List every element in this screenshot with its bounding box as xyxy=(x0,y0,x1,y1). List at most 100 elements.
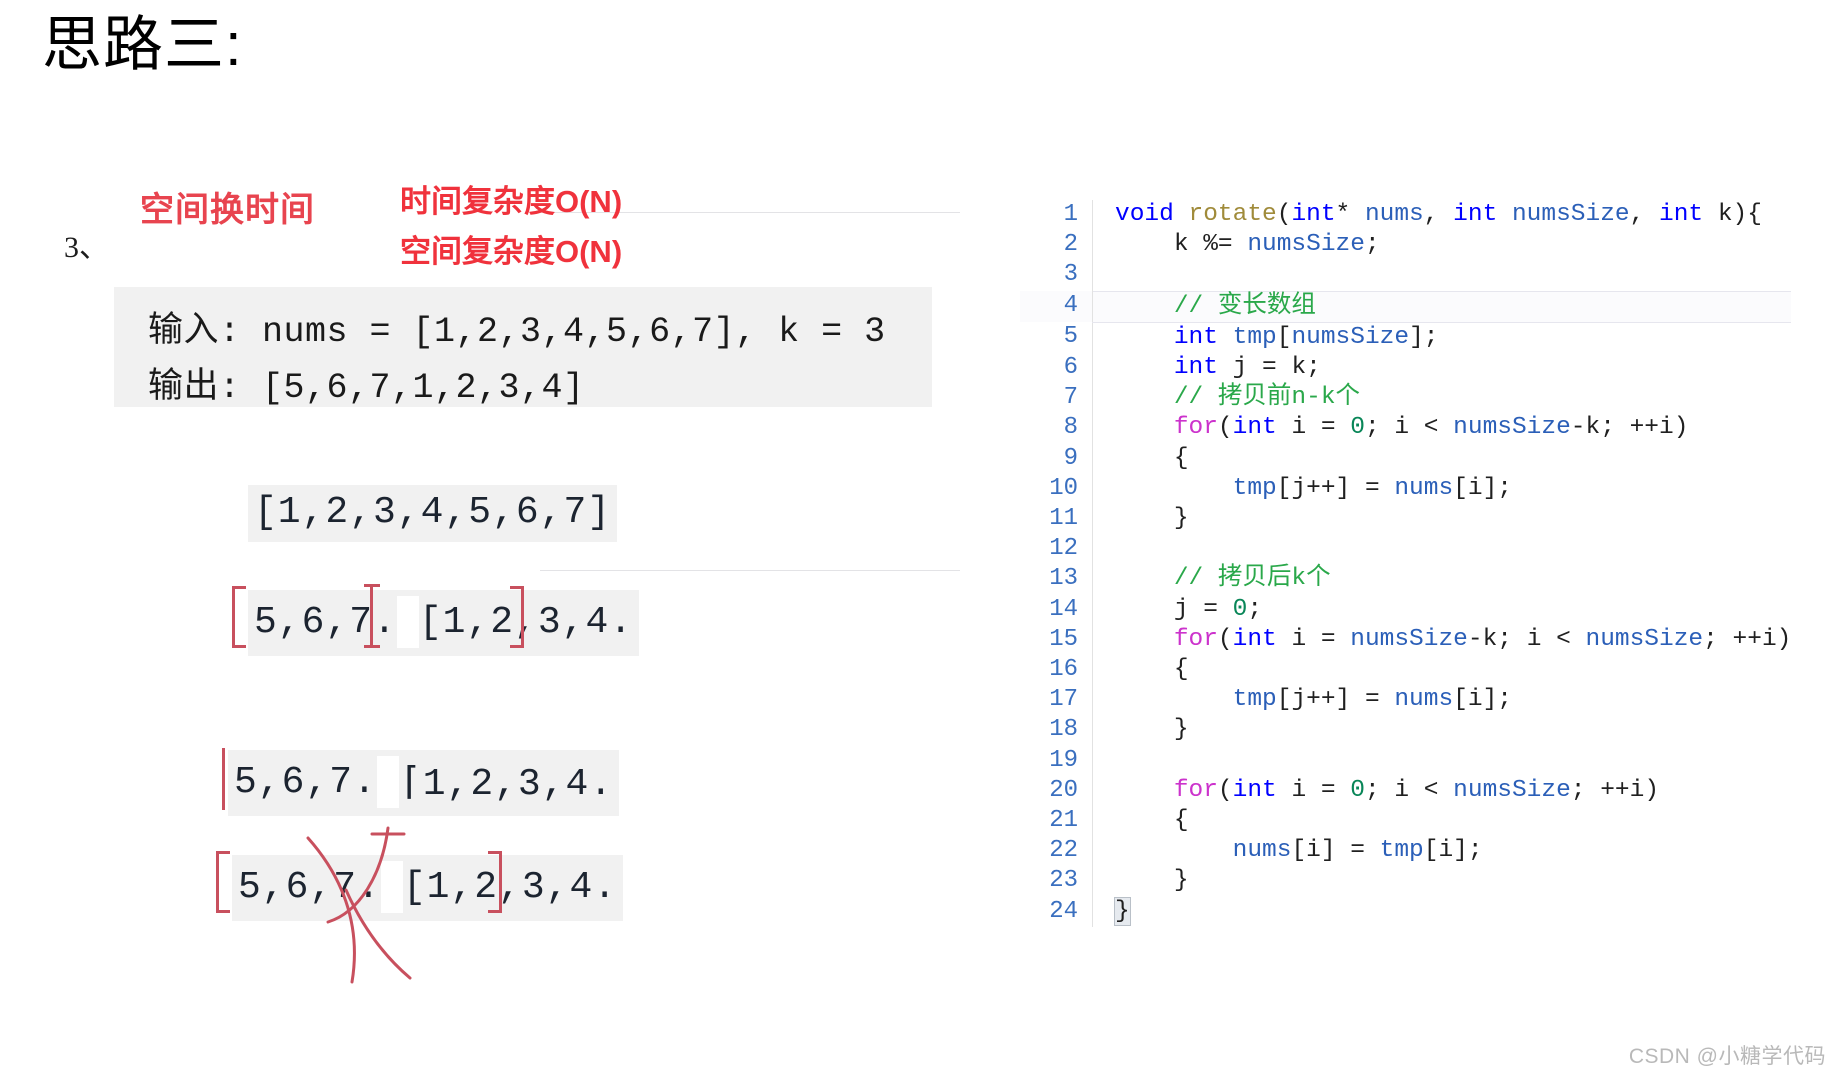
line-number: 1 xyxy=(1063,201,1078,228)
code-text[interactable]: { xyxy=(1092,443,1792,474)
red-bracket-right-4 xyxy=(488,851,502,913)
space-complexity-label: 空间复杂度O(N) xyxy=(400,234,623,269)
array-step-2-gap xyxy=(396,596,419,648)
code-lines-body: 1 void rotate(int* nums, int numsSize, in… xyxy=(1020,200,1792,927)
code-text[interactable]: } xyxy=(1092,715,1792,746)
page-title: 思路三: xyxy=(42,11,243,78)
line-number: 18 xyxy=(1049,716,1078,744)
array-step-2-right-text: [1,2,3,4. xyxy=(418,600,634,644)
code-text[interactable]: int j = k; xyxy=(1092,353,1792,384)
code-line: 18 } xyxy=(1020,715,1792,746)
array-step-4-right-text: [1,2,3,4. xyxy=(402,865,618,909)
code-text[interactable] xyxy=(1092,260,1792,292)
line-number: 7 xyxy=(1063,384,1078,412)
code-text[interactable]: j = 0; xyxy=(1092,594,1792,625)
line-number: 15 xyxy=(1049,625,1078,653)
red-bracket-right-2 xyxy=(510,586,524,648)
code-line: 14 j = 0; xyxy=(1020,594,1792,625)
code-text[interactable]: } xyxy=(1092,504,1792,535)
line-number: 23 xyxy=(1049,867,1078,895)
item-number-label: 3、 xyxy=(64,231,109,264)
code-line: 10 tmp[j++] = nums[i]; xyxy=(1020,473,1792,505)
line-number: 22 xyxy=(1049,837,1078,865)
line-number: 17 xyxy=(1049,686,1078,714)
input-spec-line: 输入: nums = [1,2,3,4,5,6,7], k = 3 xyxy=(148,312,886,352)
code-line: 22 nums[i] = tmp[i]; xyxy=(1020,836,1792,867)
code-line: 3 xyxy=(1020,260,1792,292)
code-line: 9 { xyxy=(1020,443,1792,474)
code-line: 12 xyxy=(1020,534,1792,565)
code-text[interactable] xyxy=(1092,534,1792,565)
array-step-4-band: 5,6,7. [1,2,3,4. xyxy=(232,855,624,921)
line-number: 10 xyxy=(1049,474,1078,502)
code-text[interactable]: // 变长数组 xyxy=(1092,290,1792,323)
line-number: 24 xyxy=(1049,897,1078,925)
code-line: 6 int j = k; xyxy=(1020,353,1792,384)
code-text[interactable]: } xyxy=(1092,866,1792,897)
output-spec-line: 输出: [5,6,7,1,2,3,4] xyxy=(148,368,585,408)
red-divider-2 xyxy=(370,586,373,648)
code-viewer[interactable]: 1 void rotate(int* nums, int numsSize, in… xyxy=(1020,200,1844,1080)
code-line: 24} xyxy=(1020,896,1792,927)
code-text[interactable]: // 拷贝前n-k个 xyxy=(1092,383,1792,414)
code-line: 7 // 拷贝前n-k个 xyxy=(1020,383,1792,414)
code-line: 5 int tmp[numsSize]; xyxy=(1020,322,1792,354)
code-text[interactable]: // 拷贝后k个 xyxy=(1092,564,1792,595)
line-number: 5 xyxy=(1063,323,1078,351)
array-step-3-gap xyxy=(376,756,399,808)
array-step-4-left-text: 5,6,7. xyxy=(238,865,381,909)
code-text[interactable]: nums[i] = tmp[i]; xyxy=(1092,836,1792,867)
divider-line-middle xyxy=(540,570,960,571)
code-text[interactable]: for(int i = numsSize-k; i < numsSize; ++… xyxy=(1092,624,1792,656)
code-text[interactable]: int tmp[numsSize]; xyxy=(1092,322,1792,354)
code-text[interactable]: } xyxy=(1092,896,1792,927)
array-step-3-left-text: 5,6,7. xyxy=(234,760,377,804)
red-tick-top-2 xyxy=(364,584,380,587)
code-text[interactable]: for(int i = 0; i < numsSize; ++i) xyxy=(1092,775,1792,807)
line-number: 8 xyxy=(1063,414,1078,442)
line-number: 13 xyxy=(1049,565,1078,593)
array-step-2-band: 5,6,7. [1,2,3,4. xyxy=(248,590,640,656)
code-line: 4 // 变长数组 xyxy=(1020,290,1792,323)
code-lines-table: 1 void rotate(int* nums, int numsSize, in… xyxy=(1020,200,1792,927)
code-line: 8 for(int i = 0; i < numsSize-k; ++i) xyxy=(1020,413,1792,444)
code-line: 17 tmp[j++] = nums[i]; xyxy=(1020,685,1792,716)
code-text[interactable] xyxy=(1092,745,1792,776)
code-line: 16 { xyxy=(1020,655,1792,686)
code-text[interactable]: tmp[j++] = nums[i]; xyxy=(1092,685,1792,716)
red-bracket-left-4 xyxy=(216,851,230,913)
line-number: 19 xyxy=(1049,746,1078,774)
array-step-2-left-text: 5,6,7. xyxy=(254,600,397,644)
array-step-4-gap xyxy=(380,861,403,913)
line-number: 14 xyxy=(1049,595,1078,623)
code-line: 1 void rotate(int* nums, int numsSize, in… xyxy=(1020,200,1792,231)
red-tick-bottom-2 xyxy=(364,645,380,648)
line-number: 4 xyxy=(1020,291,1093,323)
line-number: 21 xyxy=(1049,807,1078,835)
line-number: 20 xyxy=(1049,776,1078,804)
line-number: 12 xyxy=(1049,535,1078,563)
code-text[interactable]: { xyxy=(1092,806,1792,837)
line-number: 3 xyxy=(1063,261,1078,289)
code-text[interactable]: { xyxy=(1092,655,1792,686)
code-text[interactable]: k %= numsSize; xyxy=(1092,230,1792,261)
line-number: 2 xyxy=(1063,231,1078,259)
code-text[interactable]: void rotate(int* nums, int numsSize, int… xyxy=(1092,200,1792,231)
code-text[interactable]: for(int i = 0; i < numsSize-k; ++i) xyxy=(1092,413,1792,444)
code-line: 19 xyxy=(1020,745,1792,776)
code-text[interactable]: tmp[j++] = nums[i]; xyxy=(1092,473,1792,505)
array-step-3-right-text: ⌈1,2,3,4. xyxy=(398,762,614,806)
code-line: 13 // 拷贝后k个 xyxy=(1020,564,1792,595)
array-step-3-band: 5,6,7. ⌈1,2,3,4. xyxy=(228,750,620,816)
array-step-1: [1,2,3,4,5,6,7] xyxy=(248,485,618,542)
watermark-label: CSDN @小糖学代码 xyxy=(1628,1045,1826,1068)
io-spec-block: 输入: nums = [1,2,3,4,5,6,7], k = 3 输出: [5… xyxy=(114,287,932,408)
red-bracket-left-2 xyxy=(232,586,246,648)
code-line: 23 } xyxy=(1020,866,1792,897)
line-number: 16 xyxy=(1049,656,1078,684)
array-step-1-text: [1,2,3,4,5,6,7] xyxy=(254,491,612,534)
array-step-1-band: [1,2,3,4,5,6,7] xyxy=(248,485,618,542)
line-number: 9 xyxy=(1063,444,1078,472)
code-line: 15 for(int i = numsSize-k; i < numsSize;… xyxy=(1020,624,1792,656)
code-line: 11 } xyxy=(1020,504,1792,535)
